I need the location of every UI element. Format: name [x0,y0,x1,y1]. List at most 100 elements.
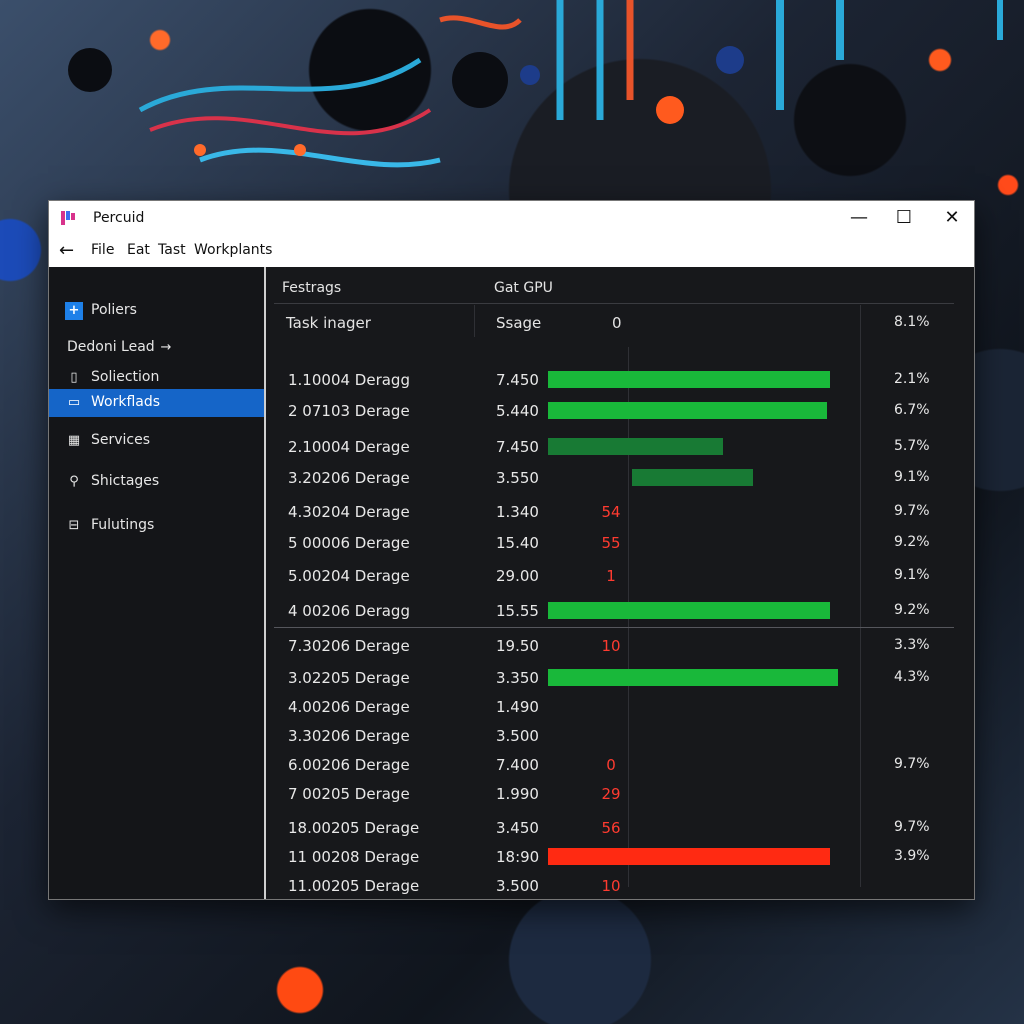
table-row[interactable]: 4.30204 Derage 1.340 54 9.7% [266,498,974,526]
sidebar-item-label: Shictages [91,473,160,489]
gpu-count: 10 [601,637,621,655]
group-divider [274,627,954,628]
menu-file[interactable]: File [91,242,114,258]
header-divider [274,303,954,304]
percent-value: 6.7% [894,402,930,418]
gpu-count: 29 [601,785,621,803]
table-row[interactable]: 7.30206 Derage 19.50 10 3.3% [266,632,974,660]
menu-workplants[interactable]: Workplants [194,242,272,258]
usage-value: 5.440 [496,402,539,420]
percent-value: 9.2% [894,534,930,550]
document-icon: ▯ [70,370,78,385]
column-header-festrags[interactable]: Festrags [282,280,341,296]
menu-eat[interactable]: Eat [127,242,150,258]
process-name: 5 00006 Derage [288,534,410,552]
usage-value: 3.450 [496,819,539,837]
usage-value: 15.40 [496,534,539,552]
usage-value: 1.990 [496,785,539,803]
table-row[interactable]: 7 00205 Derage 1.990 29 [266,780,974,808]
app-logo-icon [61,211,77,225]
percent-value: 9.1% [894,469,930,485]
gpu-count: 55 [601,534,621,552]
gpu-usage-bar [632,469,753,486]
percent-value: 3.9% [894,848,930,864]
sidebar: + Poliers Dedoni Lead → ▯ Soliection ▭ W… [49,267,266,899]
column-header-task-inager[interactable]: Task inager [286,314,371,332]
monitor-icon: ▭ [67,395,81,410]
menu-tast[interactable]: Tast [158,242,186,258]
back-arrow-icon[interactable]: ← [59,240,74,261]
table-row[interactable]: 4.00206 Derage 1.490 [266,693,974,721]
process-table: Festrags Gat GPU Task inager Ssage 0 8.1… [266,267,974,899]
usage-value: 7.400 [496,756,539,774]
usage-value: 7.450 [496,438,539,456]
table-row[interactable]: 2 07103 Derage 5.440 6.7% [266,397,974,425]
app-window: Percuid — ☐ ✕ ← File Eat Tast Workplants… [48,200,975,900]
process-name: 5.00204 Derage [288,567,410,585]
plus-icon: + [65,302,83,320]
maximize-button[interactable]: ☐ [884,205,924,231]
sidebar-item-workflads[interactable]: ▭ Workflads [49,389,264,417]
percent-value: 9.1% [894,567,930,583]
table-row[interactable]: 3.30206 Derage 3.500 [266,722,974,750]
table-row[interactable]: 3.02205 Derage 3.350 4.3% [266,664,974,692]
usage-value: 1.490 [496,698,539,716]
sidebar-item-fulutings[interactable]: ⊟ Fulutings [49,512,264,540]
usage-value: 19.50 [496,637,539,655]
gpu-usage-bar [548,848,830,865]
table-row[interactable]: 5 00006 Derage 15.40 55 9.2% [266,529,974,557]
percent-value: 9.7% [894,756,930,772]
process-name: 11.00205 Derage [288,877,420,895]
column-header-zero[interactable]: 0 [612,314,622,332]
gpu-usage-bar [548,371,830,388]
column-header-gat-gpu[interactable]: Gat GPU [494,280,553,296]
table-row[interactable]: 2.10004 Derage 7.450 5.7% [266,433,974,461]
column-header-percent[interactable]: 8.1% [894,314,930,330]
table-row[interactable]: 4 00206 Deragg 15.55 9.2% [266,597,974,625]
table-row[interactable]: 3.20206 Derage 3.550 9.1% [266,464,974,492]
process-name: 7 00205 Derage [288,785,410,803]
usage-value: 3.550 [496,469,539,487]
minimize-button[interactable]: — [839,205,879,231]
table-row[interactable]: 6.00206 Derage 7.400 0 9.7% [266,751,974,779]
sidebar-item-dedoni-lead[interactable]: Dedoni Lead → [49,334,264,362]
usage-value: 18:90 [496,848,540,866]
process-name: 3.20206 Derage [288,469,410,487]
process-name: 11 00208 Derage [288,848,420,866]
percent-value: 3.3% [894,637,930,653]
sidebar-item-label: Soliection [91,369,160,385]
table-row[interactable]: 5.00204 Derage 29.00 1 9.1% [266,562,974,590]
process-name: 3.02205 Derage [288,669,410,687]
usage-value: 3.500 [496,877,539,895]
process-name: 18.00205 Derage [288,819,420,837]
sidebar-item-poliers[interactable]: + Poliers [49,297,264,325]
close-button[interactable]: ✕ [932,205,972,231]
gpu-count: 1 [606,567,616,585]
sidebar-item-soliection[interactable]: ▯ Soliection [49,364,264,392]
gpu-usage-bar [548,669,838,686]
process-name: 2.10004 Derage [288,438,410,456]
process-name: 4.30204 Derage [288,503,410,521]
gpu-usage-bar [548,438,723,455]
sidebar-item-shictages[interactable]: ⚲ Shictages [49,468,264,496]
sidebar-item-services[interactable]: ▦ Services [49,427,264,455]
background-cables [68,0,1003,168]
sidebar-item-label: Dedoni Lead [67,339,155,355]
sidebar-item-label: Services [91,432,151,448]
gpu-usage-bar [548,602,830,619]
table-row[interactable]: 18.00205 Derage 3.450 56 9.7% [266,814,974,842]
usage-value: 3.350 [496,669,539,687]
gpu-count: 56 [601,819,621,837]
usage-value: 3.500 [496,727,539,745]
table-row[interactable]: 11 00208 Derage 18:90 3.9% [266,843,974,871]
process-name: 6.00206 Derage [288,756,410,774]
percent-value: 9.2% [894,602,930,618]
process-name: 4 00206 Deragg [288,602,410,620]
process-name: 4.00206 Derage [288,698,410,716]
table-row[interactable]: 1.10004 Deragg 7.450 2.1% [266,366,974,394]
window-title: Percuid [93,210,145,226]
gpu-count: 54 [601,503,621,521]
table-row[interactable]: 11.00205 Derage 3.500 10 [266,872,974,900]
usage-value: 29.00 [496,567,539,585]
column-header-ssage[interactable]: Ssage [496,314,541,332]
